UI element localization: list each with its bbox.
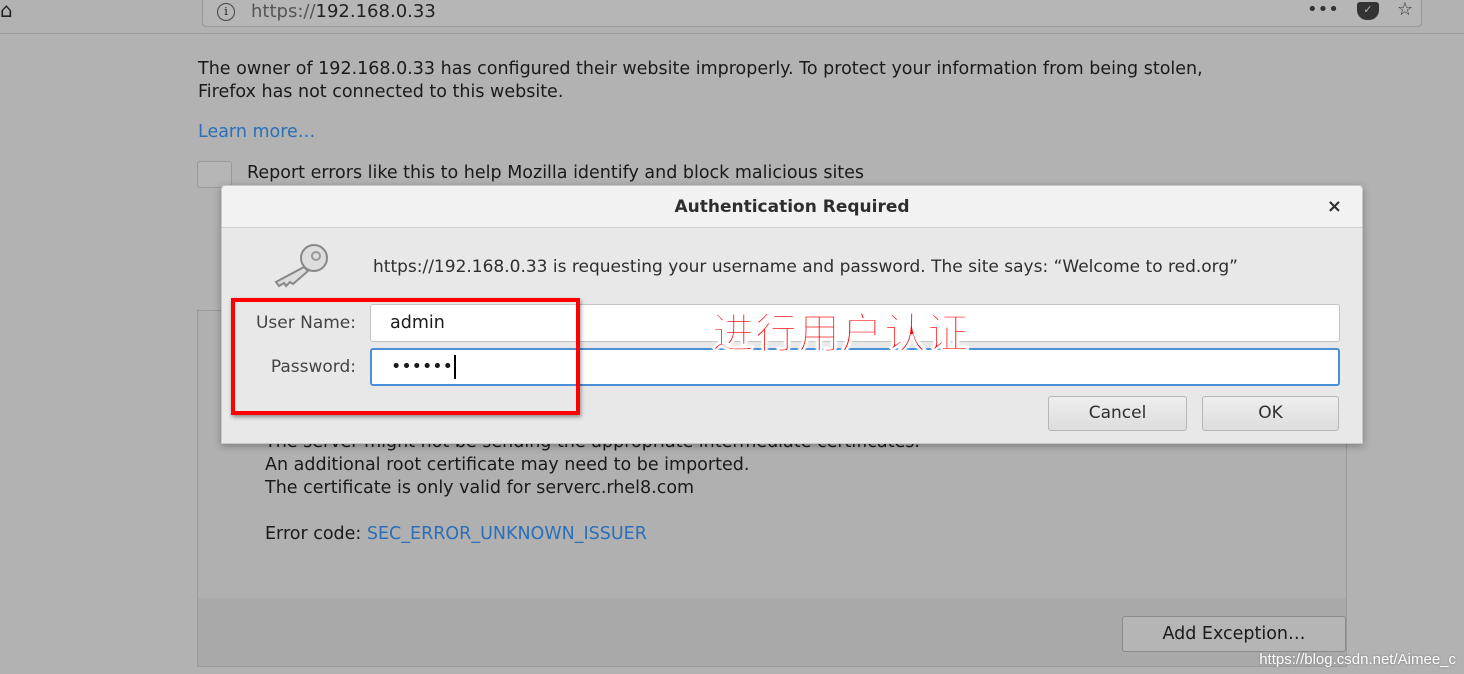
browser-toolbar: ⌂ i https://192.168.0.33 ••• ✓ ☆ bbox=[0, 0, 1464, 34]
url-bar[interactable]: i https://192.168.0.33 ••• ✓ ☆ bbox=[202, 0, 1422, 27]
detail-line: An additional root certificate may need … bbox=[265, 455, 750, 475]
error-code: Error code: SEC_ERROR_UNKNOWN_ISSUER bbox=[265, 524, 647, 544]
report-label: Report errors like this to help Mozilla … bbox=[247, 163, 865, 183]
detail-line: The certificate is only valid for server… bbox=[265, 478, 695, 498]
home-icon[interactable]: ⌂ bbox=[0, 0, 13, 22]
error-code-link[interactable]: SEC_ERROR_UNKNOWN_ISSUER bbox=[367, 524, 647, 544]
dialog-titlebar: Authentication Required × bbox=[222, 186, 1362, 228]
ok-button[interactable]: OK bbox=[1202, 396, 1339, 431]
cancel-button[interactable]: Cancel bbox=[1048, 396, 1187, 431]
star-icon[interactable]: ☆ bbox=[1397, 0, 1413, 20]
intro-text: The owner of 192.168.0.33 has configured… bbox=[198, 59, 1203, 102]
learn-more-link[interactable]: Learn more… bbox=[198, 121, 315, 144]
close-icon[interactable]: × bbox=[1327, 186, 1342, 228]
annotation-text: 进行用户认证 bbox=[711, 309, 971, 359]
annotation-highlight-box bbox=[231, 298, 580, 415]
watermark: https://blog.csdn.net/Aimee_c bbox=[1259, 651, 1456, 668]
more-icon[interactable]: ••• bbox=[1307, 0, 1339, 20]
pocket-icon[interactable]: ✓ bbox=[1356, 2, 1379, 20]
dialog-title: Authentication Required bbox=[674, 197, 910, 217]
report-checkbox[interactable] bbox=[197, 161, 232, 188]
dialog-message: https://192.168.0.33 is requesting your … bbox=[373, 257, 1238, 277]
url-text[interactable]: https://192.168.0.33 bbox=[251, 1, 436, 22]
add-exception-button[interactable]: Add Exception… bbox=[1122, 616, 1346, 652]
info-icon[interactable]: i bbox=[217, 3, 235, 21]
key-icon bbox=[274, 244, 328, 288]
